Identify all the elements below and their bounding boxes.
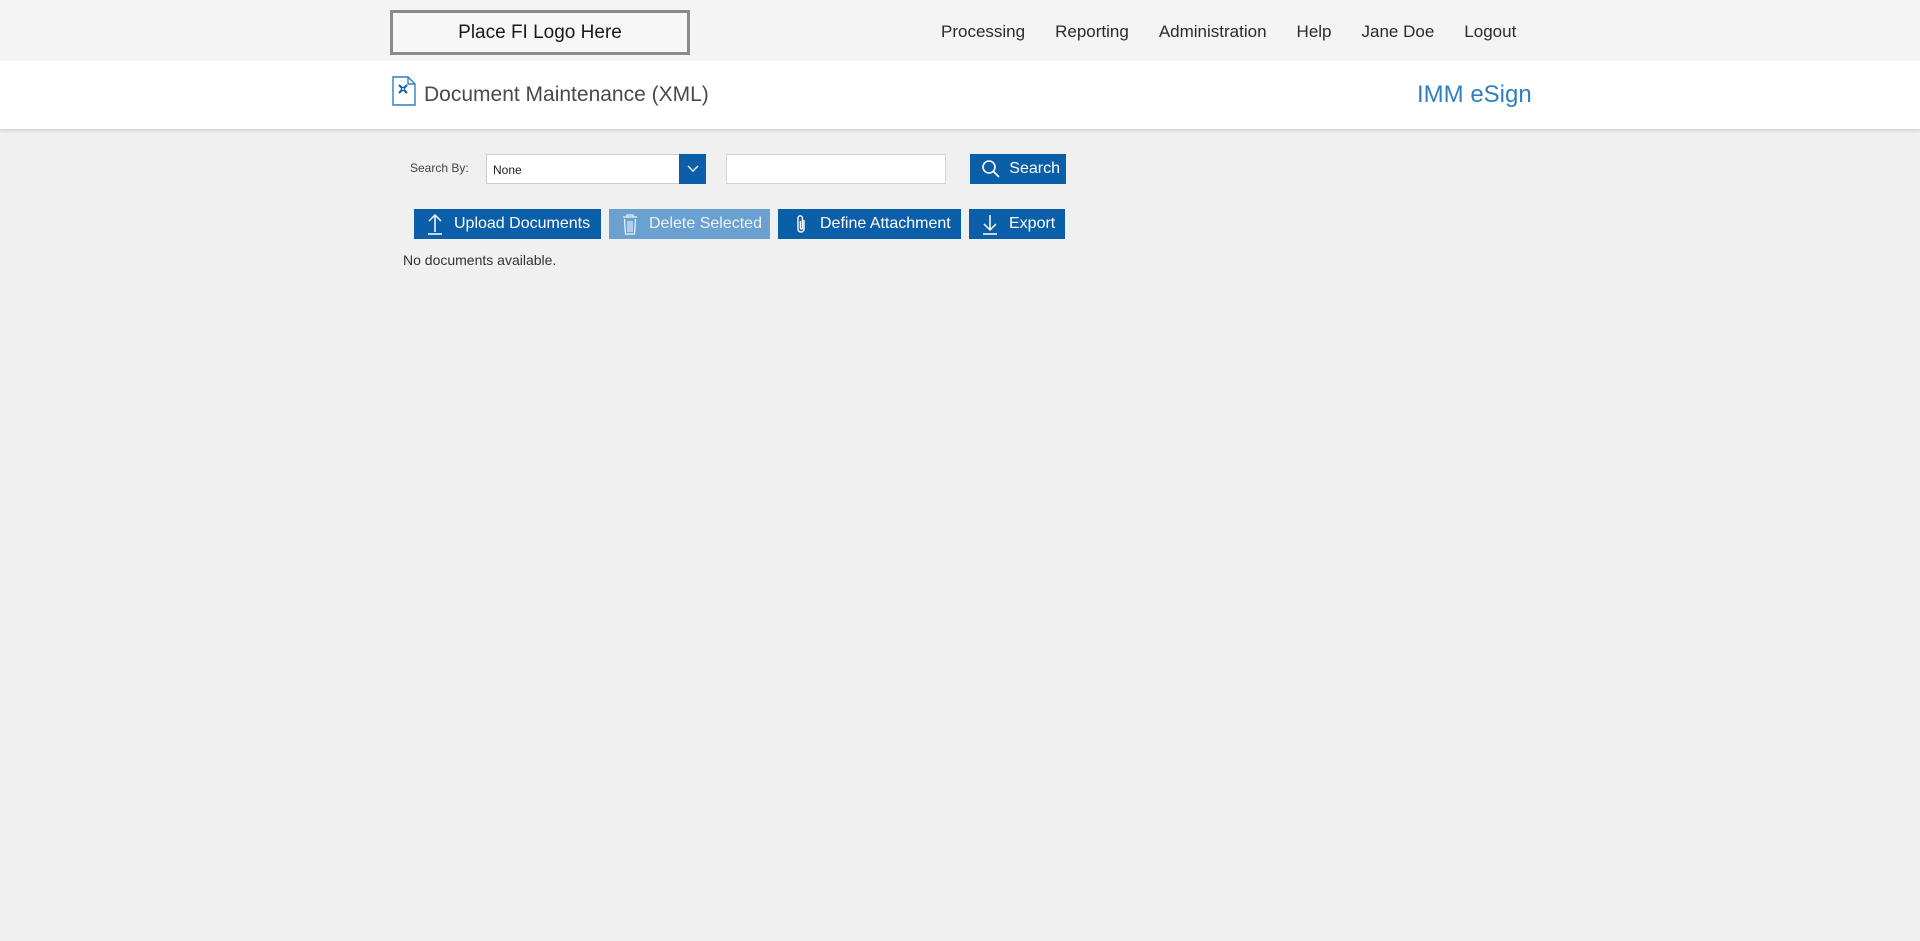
- logo-placeholder: Place FI Logo Here: [390, 10, 690, 55]
- trash-icon: [619, 212, 641, 236]
- main-nav: Processing Reporting Administration Help…: [941, 22, 1516, 42]
- export-button[interactable]: Export: [969, 209, 1065, 239]
- nav-logout[interactable]: Logout: [1464, 22, 1516, 42]
- search-by-label: Search By:: [410, 161, 469, 175]
- download-icon: [979, 212, 1001, 236]
- nav-administration[interactable]: Administration: [1159, 22, 1267, 42]
- empty-results-message: No documents available.: [403, 252, 557, 268]
- define-attachment-button[interactable]: Define Attachment: [778, 209, 961, 239]
- delete-selected-label: Delete Selected: [649, 215, 762, 232]
- title-bar: Document Maintenance (XML) IMM eSign: [0, 61, 1920, 129]
- chevron-down-icon[interactable]: [679, 154, 706, 184]
- document-settings-icon: [392, 76, 416, 106]
- paperclip-icon: [790, 212, 812, 236]
- search-by-selected-value: None: [493, 163, 522, 177]
- search-button[interactable]: Search: [970, 154, 1066, 184]
- nav-reporting[interactable]: Reporting: [1055, 22, 1129, 42]
- search-button-label: Search: [1009, 160, 1060, 177]
- upload-icon: [424, 212, 446, 236]
- define-attachment-label: Define Attachment: [820, 215, 951, 232]
- search-by-select[interactable]: None: [486, 154, 706, 184]
- nav-help[interactable]: Help: [1297, 22, 1332, 42]
- delete-selected-button[interactable]: Delete Selected: [609, 209, 770, 239]
- nav-processing[interactable]: Processing: [941, 22, 1025, 42]
- brand-name: IMM eSign: [1417, 81, 1532, 108]
- nav-user-name[interactable]: Jane Doe: [1362, 22, 1435, 42]
- search-icon: [981, 157, 1001, 181]
- export-label: Export: [1009, 215, 1056, 232]
- search-input[interactable]: [726, 154, 946, 184]
- upload-documents-button[interactable]: Upload Documents: [414, 209, 601, 239]
- logo-text: Place FI Logo Here: [458, 21, 622, 43]
- page-title: Document Maintenance (XML): [424, 83, 709, 106]
- top-bar: Place FI Logo Here Processing Reporting …: [0, 0, 1920, 61]
- upload-documents-label: Upload Documents: [454, 215, 591, 232]
